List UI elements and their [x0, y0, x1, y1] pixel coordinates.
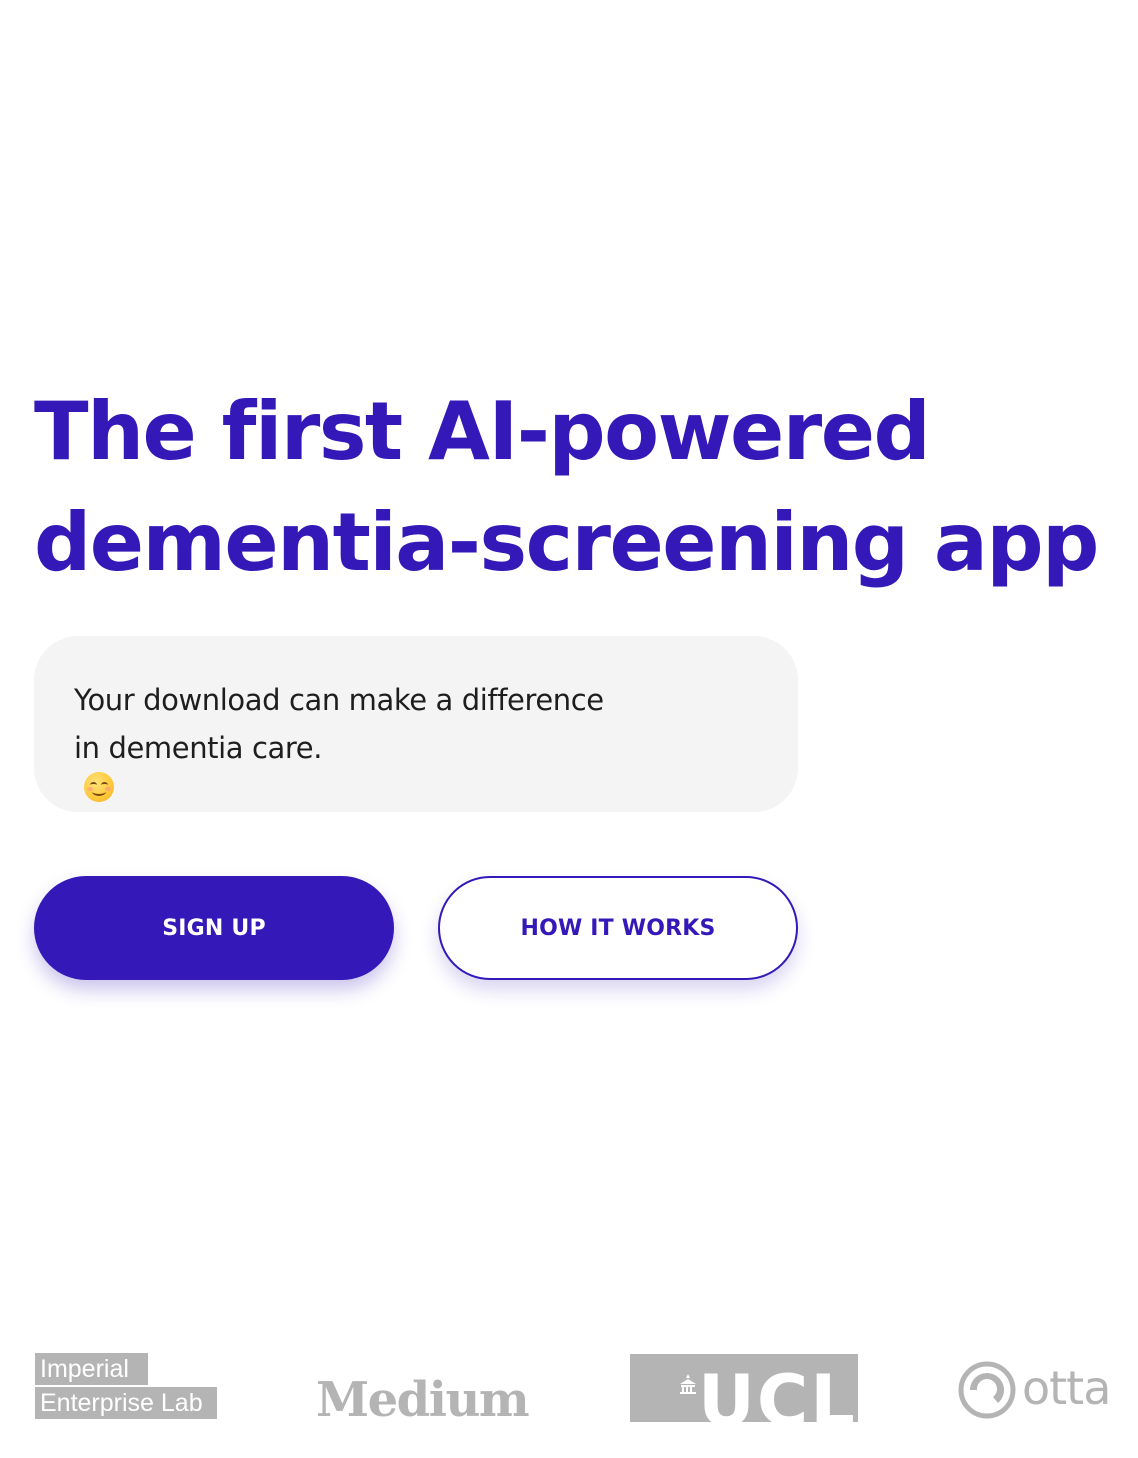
- how-it-works-button[interactable]: HOW IT WORKS: [438, 876, 798, 980]
- imperial-logo-line-2: Enterprise Lab: [35, 1387, 217, 1419]
- sign-up-button[interactable]: SIGN UP: [34, 876, 394, 980]
- subtitle-line-1: Your download can make a difference: [74, 683, 604, 717]
- ucl-logo-text: UCL: [698, 1360, 857, 1422]
- imperial-logo-line-1: Imperial: [35, 1353, 148, 1385]
- hero-title: The first AI-powered dementia-screening …: [34, 376, 1138, 598]
- otta-logo: otta: [958, 1358, 1118, 1420]
- medium-logo: Medium: [316, 1372, 530, 1428]
- otta-ring-icon: [958, 1361, 1016, 1419]
- subtitle-text: Your download can make a difference in d…: [74, 676, 758, 802]
- subtitle-line-2: in dementia care.: [74, 731, 323, 765]
- subtitle-card: Your download can make a difference in d…: [34, 636, 798, 812]
- otta-logo-text: otta: [1022, 1361, 1111, 1415]
- subtitle-line-2-wrapper: in dementia care.: [74, 724, 758, 802]
- hero-title-line-2: dementia-screening app: [34, 496, 1099, 589]
- ucl-logo: UCL: [630, 1354, 858, 1422]
- ucl-portico-icon: [680, 1374, 696, 1394]
- imperial-enterprise-lab-logo: Imperial Enterprise Lab: [35, 1353, 217, 1419]
- smiling-face-icon: [84, 772, 114, 802]
- sign-up-button-label: SIGN UP: [162, 915, 266, 941]
- how-it-works-button-label: HOW IT WORKS: [520, 915, 716, 941]
- hero-title-line-1: The first AI-powered: [34, 385, 931, 478]
